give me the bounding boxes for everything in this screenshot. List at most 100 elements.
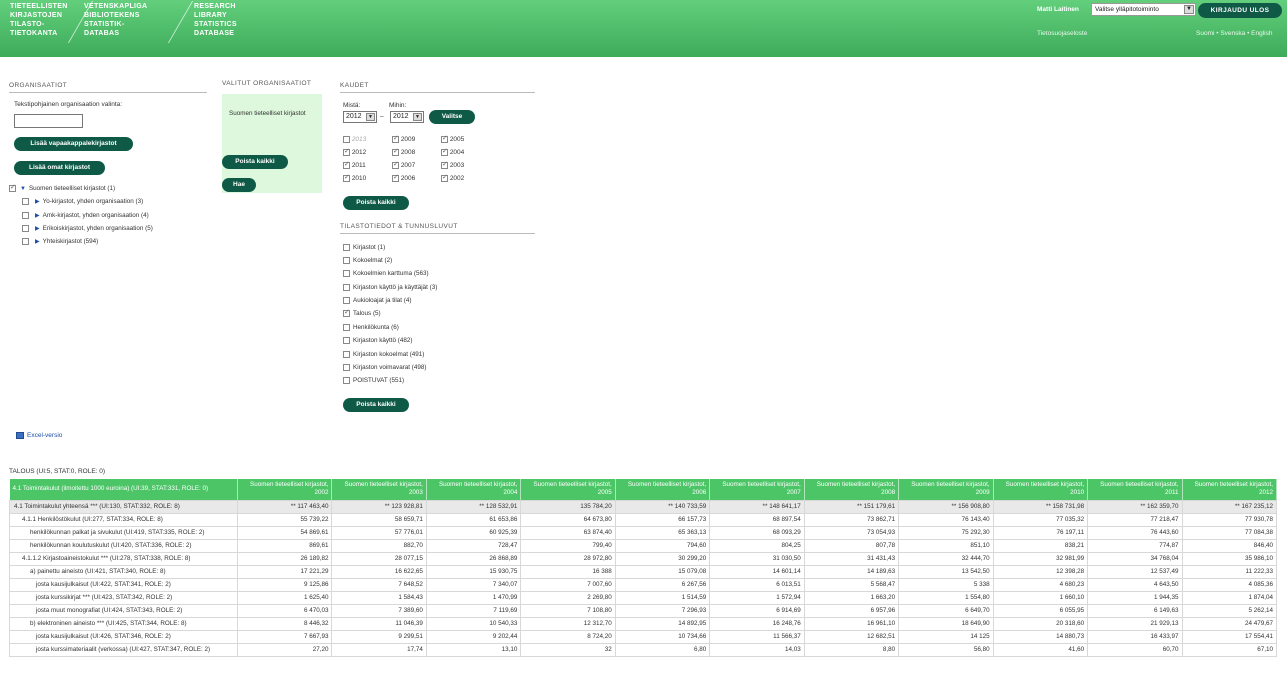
checkbox[interactable] xyxy=(441,160,448,169)
table-cell: 32 xyxy=(520,642,616,657)
checkbox[interactable] xyxy=(343,297,350,304)
stat-item[interactable]: Kirjaston kokoelmat (491) xyxy=(343,351,424,358)
stat-item[interactable]: Henkilökunta (6) xyxy=(343,324,399,331)
table-cell: 16 622,65 xyxy=(331,564,427,579)
fetch-button[interactable]: Hae xyxy=(222,178,256,192)
year-checkbox-2003[interactable]: 2003 xyxy=(441,160,464,169)
checkbox[interactable] xyxy=(343,244,350,251)
checkbox[interactable] xyxy=(392,160,399,169)
table-row: josta kurssikirjat *** (UI:423, STAT:342… xyxy=(9,590,1278,605)
year-checkbox-2005[interactable]: 2005 xyxy=(441,134,464,143)
lang-english[interactable]: English xyxy=(1251,30,1272,37)
checkbox[interactable] xyxy=(9,183,16,192)
checkbox[interactable] xyxy=(392,147,399,156)
tree-node-special[interactable]: ▶ Erikoiskirjastot, yhden organisaation (… xyxy=(22,225,153,232)
tree-node-joint[interactable]: ▶ Yhteiskirjastot (594) xyxy=(22,238,98,245)
stat-item[interactable]: Aukioloajat ja tilat (4) xyxy=(343,297,411,304)
year-checkbox-2007[interactable]: 2007 xyxy=(392,160,415,169)
checkbox[interactable] xyxy=(343,351,350,358)
db-link-swedish[interactable]: VETENSKAPLIGA BIBLIOTEKENS STATISTIK- DA… xyxy=(84,2,147,38)
year-checkbox-2008[interactable]: 2008 xyxy=(392,147,415,156)
table-cell: 14 892,95 xyxy=(614,616,711,631)
add-own-libraries-button[interactable]: Lisää omat kirjastot xyxy=(14,161,105,175)
year-checkbox-2004[interactable]: 2004 xyxy=(441,147,464,156)
triangle-right-icon[interactable]: ▶ xyxy=(35,226,40,232)
add-legal-deposit-button[interactable]: Lisää vapaakappalekirjastot xyxy=(14,137,133,151)
checkbox[interactable] xyxy=(343,308,350,317)
checkbox[interactable] xyxy=(343,270,350,277)
checkbox[interactable] xyxy=(441,173,448,182)
checkbox[interactable] xyxy=(343,377,350,384)
table-cell: 4 643,50 xyxy=(1087,577,1183,592)
stat-item[interactable]: Kokoelmien karttuma (563) xyxy=(343,270,429,277)
lang-swedish[interactable]: Svenska xyxy=(1220,30,1245,37)
checkbox[interactable] xyxy=(441,134,448,143)
checkbox[interactable] xyxy=(343,364,350,371)
stat-item[interactable]: Kirjaston voimavarat (498) xyxy=(343,364,427,371)
from-year-select[interactable]: 2012 ▼ xyxy=(343,111,377,123)
year-checkbox-2012[interactable]: 2012 xyxy=(343,147,366,156)
checkbox[interactable] xyxy=(343,337,350,344)
stat-item[interactable]: POISTUVAT (551) xyxy=(343,377,404,384)
logout-button[interactable]: KIRJAUDU ULOS xyxy=(1198,3,1282,18)
checkbox[interactable] xyxy=(343,284,350,291)
checkbox[interactable] xyxy=(22,238,29,245)
tree-node-yo[interactable]: ▶ Yo-kirjastot, yhden organisaation (3) xyxy=(22,198,143,205)
table-row: 4.1.1.2 Kirjastoaineistokulut *** (UI:27… xyxy=(9,551,1278,566)
table-cell: 838,21 xyxy=(992,538,1089,553)
stat-item[interactable]: Kirjastot (1) xyxy=(343,244,385,251)
stat-item[interactable]: Talous (5) xyxy=(343,308,381,317)
year-checkbox-2002[interactable]: 2002 xyxy=(441,173,464,182)
chevron-down-icon[interactable]: ▼ xyxy=(366,113,375,121)
table-cell: 17 554,41 xyxy=(1181,629,1278,644)
stat-item[interactable]: Kirjaston käyttö (482) xyxy=(343,337,413,344)
checkbox[interactable] xyxy=(343,136,350,143)
column-header: Suomen tieteelliset kirjastot, 2004 xyxy=(426,479,522,500)
chevron-down-icon[interactable]: ▼ xyxy=(413,113,422,121)
org-search-input[interactable] xyxy=(14,114,83,128)
stat-item[interactable]: Kokoelmat (2) xyxy=(343,257,392,264)
triangle-right-icon[interactable]: ▶ xyxy=(35,199,40,205)
checkbox[interactable] xyxy=(343,324,350,331)
checkbox[interactable] xyxy=(392,173,399,182)
checkbox[interactable] xyxy=(343,147,350,156)
stat-item[interactable]: Kirjaston käyttö ja käyttäjät (3) xyxy=(343,284,437,291)
table-cell: 7 340,07 xyxy=(425,577,522,592)
db-link-english[interactable]: RESEARCH LIBRARY STATISTICS DATABASE xyxy=(194,2,237,38)
tree-node-root[interactable]: ▼Suomen tieteelliset kirjastot (1) xyxy=(9,183,115,192)
checkbox[interactable] xyxy=(343,160,350,169)
checkbox[interactable] xyxy=(343,257,350,264)
checkbox[interactable] xyxy=(343,173,350,182)
db-link-finnish[interactable]: TIETEELLISTEN KIRJASTOJEN TILASTO- TIETO… xyxy=(10,2,68,38)
lang-finnish[interactable]: Suomi xyxy=(1196,30,1214,37)
excel-link[interactable]: Excel-versio xyxy=(16,432,62,439)
choose-period-button[interactable]: Valitse xyxy=(429,110,475,124)
clear-selected-button[interactable]: Poista kaikki xyxy=(222,155,288,169)
checkbox[interactable] xyxy=(392,134,399,143)
table-cell: 76 443,60 xyxy=(1087,525,1183,540)
year-checkbox-2010[interactable]: 2010 xyxy=(343,173,366,182)
table-cell: 32 444,70 xyxy=(898,551,994,566)
table-cell: 1 660,10 xyxy=(992,590,1089,605)
clear-periods-button[interactable]: Poista kaikki xyxy=(343,196,409,210)
clear-statistics-button[interactable]: Poista kaikki xyxy=(343,398,409,412)
tree-node-amk[interactable]: ▶ Amk-kirjastot, yhden organisaation (4) xyxy=(22,212,149,219)
year-checkbox-2006[interactable]: 2006 xyxy=(392,173,415,182)
year-checkbox-2011[interactable]: 2011 xyxy=(343,160,366,169)
to-year-select[interactable]: 2012 ▼ xyxy=(390,111,424,123)
checkbox[interactable] xyxy=(441,147,448,156)
year-checkbox-2009[interactable]: 2009 xyxy=(392,134,415,143)
admin-action-select[interactable]: Valitse ylläpitotoiminto ▼ xyxy=(1091,3,1196,16)
table-cell: 14,03 xyxy=(709,642,805,657)
checkbox[interactable] xyxy=(22,225,29,232)
checkbox[interactable] xyxy=(22,198,29,205)
checkbox[interactable] xyxy=(22,212,29,219)
triangle-right-icon[interactable]: ▶ xyxy=(35,213,40,219)
year-checkbox-2013[interactable]: 2013 xyxy=(343,136,366,143)
from-label: Mistä: xyxy=(343,102,361,109)
triangle-down-icon[interactable]: ▼ xyxy=(20,186,26,192)
triangle-right-icon[interactable]: ▶ xyxy=(35,239,40,245)
table-cell: 8 446,32 xyxy=(236,616,333,631)
privacy-link[interactable]: Tietosuojaseloste xyxy=(1037,30,1087,37)
chevron-down-icon[interactable]: ▼ xyxy=(1184,5,1194,14)
